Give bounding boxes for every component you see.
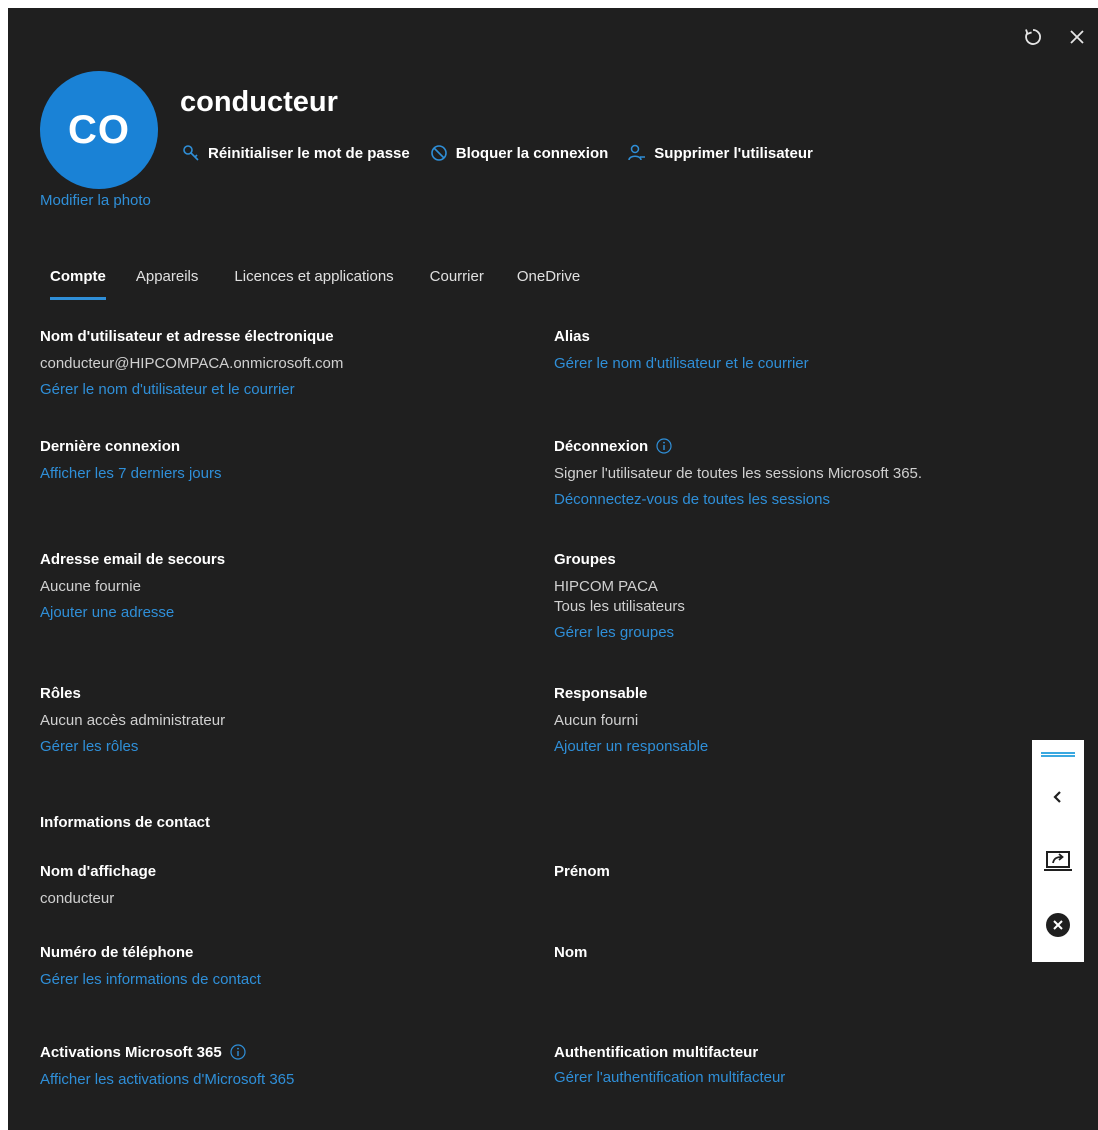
info-icon[interactable] <box>230 1044 246 1060</box>
username-section: Nom d'utilisateur et adresse électroniqu… <box>40 326 344 399</box>
block-signin-label: Bloquer la connexion <box>455 144 609 162</box>
modify-photo-link[interactable]: Modifier la photo <box>40 192 151 209</box>
key-icon <box>180 144 202 162</box>
phone-section: Numéro de téléphone Gérer les informatio… <box>40 942 261 989</box>
panel-controls <box>1022 26 1088 48</box>
block-icon <box>428 144 450 162</box>
reset-password-button[interactable]: Réinitialiser le mot de passe <box>180 144 410 162</box>
last-login-section: Dernière connexion Afficher les 7 dernie… <box>40 436 221 483</box>
mfa-section: Authentification multifacteur Gérer l'au… <box>554 1042 785 1087</box>
manage-mfa-link[interactable]: Gérer l'authentification multifacteur <box>554 1069 785 1086</box>
last-name-section: Nom <box>554 942 587 962</box>
groups-section: Groupes HIPCOM PACA Tous les utilisateur… <box>554 549 685 642</box>
tab-onedrive[interactable]: OneDrive <box>517 264 580 285</box>
section-label: Adresse email de secours <box>40 550 226 568</box>
section-label: Authentification multifacteur <box>554 1043 759 1061</box>
share-screen-icon[interactable] <box>1038 841 1078 881</box>
section-label: Prénom <box>554 862 610 880</box>
alias-section: Alias Gérer le nom d'utilisateur et le c… <box>554 326 809 373</box>
avatar: CO <box>40 71 158 189</box>
username-value: conducteur@HIPCOMPACA.onmicrosoft.com <box>40 355 344 372</box>
section-label: Groupes <box>554 550 616 568</box>
backup-email-value: Aucune fournie <box>40 578 141 595</box>
section-label: Numéro de téléphone <box>40 943 194 961</box>
reset-password-label: Réinitialiser le mot de passe <box>208 144 410 162</box>
section-label: Rôles <box>40 684 81 702</box>
activations-section: Activations Microsoft 365 Afficher les a… <box>40 1042 294 1089</box>
manage-roles-link[interactable]: Gérer les rôles <box>40 738 225 755</box>
tab-appareils[interactable]: Appareils <box>136 264 199 285</box>
tab-courrier[interactable]: Courrier <box>430 264 484 285</box>
user-details-panel: CO Modifier la photo conducteur Réinitia… <box>8 8 1098 1130</box>
signout-section: Déconnexion Signer l'utilisateur de tout… <box>554 436 923 509</box>
manage-contact-info-link[interactable]: Gérer les informations de contact <box>40 971 261 988</box>
add-address-link[interactable]: Ajouter une adresse <box>40 604 225 621</box>
display-name-section: Nom d'affichage conducteur <box>40 861 157 908</box>
section-label: Alias <box>554 327 590 345</box>
backup-email-section: Adresse email de secours Aucune fournie … <box>40 549 226 622</box>
contact-info-section: Informations de contact <box>40 812 210 832</box>
first-name-section: Prénom <box>554 861 610 881</box>
section-label: Nom d'affichage <box>40 862 157 880</box>
group-item: HIPCOM PACA <box>554 578 658 595</box>
add-manager-link[interactable]: Ajouter un responsable <box>554 738 708 755</box>
page-title: conducteur <box>180 86 338 118</box>
manage-username-link[interactable]: Gérer le nom d'utilisateur et le courrie… <box>40 381 343 398</box>
section-label: Dernière connexion <box>40 437 181 455</box>
block-signin-button[interactable]: Bloquer la connexion <box>428 144 609 162</box>
view-activations-link[interactable]: Afficher les activations d'Microsoft 365 <box>40 1071 294 1088</box>
manage-alias-link[interactable]: Gérer le nom d'utilisateur et le courrie… <box>554 355 809 372</box>
section-label: Nom d'utilisateur et adresse électroniqu… <box>40 327 334 345</box>
refresh-icon[interactable] <box>1022 26 1044 48</box>
manage-groups-link[interactable]: Gérer les groupes <box>554 624 685 641</box>
drag-handle[interactable] <box>1041 752 1075 757</box>
remove-user-icon <box>626 144 648 162</box>
group-item: Tous les utilisateurs <box>554 598 685 615</box>
tab-bar: Compte Appareils Licences et application… <box>40 264 615 300</box>
delete-user-button[interactable]: Supprimer l'utilisateur <box>626 144 813 162</box>
manager-section: Responsable Aucun fourni Ajouter un resp… <box>554 683 708 756</box>
tab-licences[interactable]: Licences et applications <box>234 264 393 285</box>
section-label: Déconnexion <box>554 437 649 455</box>
section-label: Responsable <box>554 684 648 702</box>
signout-description: Signer l'utilisateur de toutes les sessi… <box>554 465 923 482</box>
display-name-value: conducteur <box>40 890 115 907</box>
roles-value: Aucun accès administrateur <box>40 712 226 729</box>
roles-section: Rôles Aucun accès administrateur Gérer l… <box>40 683 226 756</box>
floating-toolbar <box>1032 740 1084 962</box>
info-icon[interactable] <box>656 438 672 454</box>
manager-value: Aucun fourni <box>554 712 639 729</box>
signout-all-sessions-link[interactable]: Déconnectez-vous de toutes les sessions <box>554 491 922 508</box>
section-label: Activations Microsoft 365 <box>40 1043 222 1061</box>
delete-user-label: Supprimer l'utilisateur <box>654 144 813 162</box>
tab-compte[interactable]: Compte <box>40 264 106 300</box>
section-label: Nom <box>554 943 588 961</box>
chevron-left-icon[interactable] <box>1038 777 1078 817</box>
section-heading: Informations de contact <box>40 813 211 831</box>
close-circle-icon[interactable] <box>1038 905 1078 945</box>
user-actions: Réinitialiser le mot de passe Bloquer la… <box>180 144 831 162</box>
view-last-7-days-link[interactable]: Afficher les 7 derniers jours <box>40 465 221 482</box>
close-icon[interactable] <box>1066 26 1088 48</box>
